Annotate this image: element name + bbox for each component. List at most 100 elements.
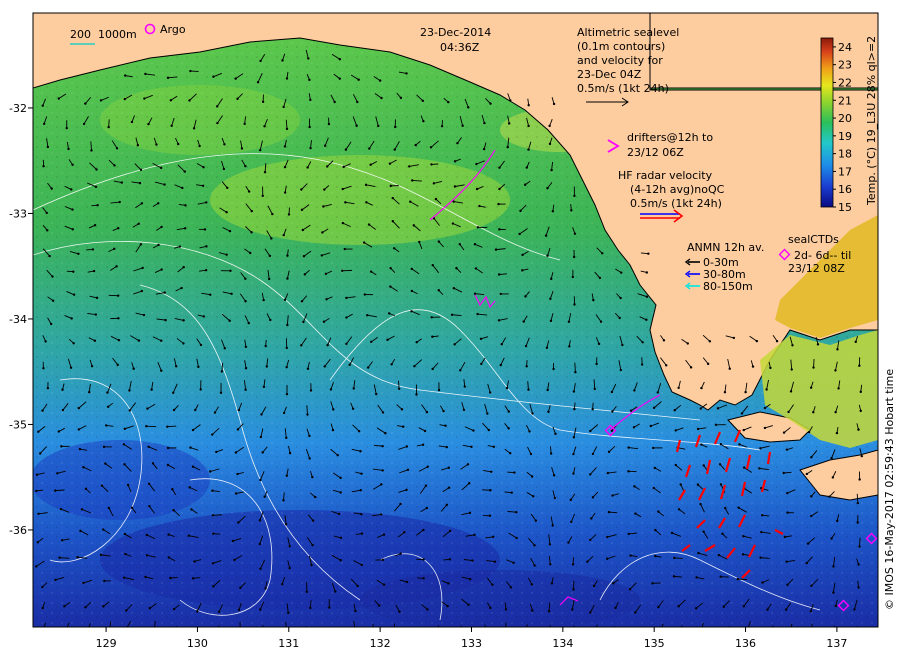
velocity-arrow-head [286,254,289,257]
velocity-arrow-head [426,465,429,468]
velocity-arrow-head [696,427,700,431]
velocity-arrow-head [211,433,214,436]
velocity-arrow-head [288,451,292,455]
velocity-arrow-head [37,512,40,515]
velocity-arrow-head [344,201,347,204]
velocity-arrow [55,489,65,492]
velocity-arrow-head [521,269,524,272]
velocity-arrow-head [760,530,763,534]
velocity-arrow-head [128,389,131,392]
velocity-arrow-head [551,524,554,527]
velocity-arrow-head [572,390,576,393]
velocity-arrow [608,511,618,514]
velocity-arrow-head [220,370,224,373]
velocity-arrow-head [857,563,860,566]
velocity-arrow-head [93,224,97,227]
velocity-arrow-head [355,124,358,127]
velocity-arrow-head [115,147,119,150]
velocity-arrow-head [357,430,361,433]
velocity-arrow-head [308,457,311,460]
x-tick-label: 135 [644,637,665,650]
velocity-arrow-head [738,443,741,446]
velocity-arrow-head [94,185,98,189]
velocity-arrow-head [124,552,127,556]
velocity-arrow-head [572,631,574,633]
seal-title: sealCTDs [788,233,839,246]
velocity-arrow-head [716,407,720,410]
velocity-arrow-head [775,339,779,343]
velocity-arrow-head [544,234,548,237]
velocity-arrow-head [259,435,263,439]
velocity-arrow-head [320,254,323,257]
velocity-arrow-head [288,566,291,570]
velocity-arrow-head [398,610,401,613]
velocity-arrow-head [216,121,219,125]
velocity-arrow-head [314,495,317,499]
velocity-arrow-head [146,407,149,410]
velocity-arrow-head [633,389,636,392]
velocity-arrow-head [172,408,176,412]
velocity-arrow-head [46,229,49,232]
velocity-arrow-head [696,483,700,486]
velocity-arrow-head [447,466,451,469]
velocity-arrow-head [191,465,195,468]
velocity-arrow-head [354,609,357,613]
velocity-arrow-head [521,253,524,257]
velocity-arrow-head [791,344,794,347]
velocity-arrow-head [627,532,630,536]
velocity-arrow-head [619,296,622,300]
velocity-arrow-head [244,300,247,303]
velocity-arrow-head [86,630,88,632]
velocity-arrow-head [489,489,492,492]
velocity-arrow-head [77,428,81,431]
velocity-arrow-head [268,254,272,258]
velocity-arrow-head [858,364,861,367]
velocity-arrow-head [196,610,199,613]
velocity-arrow-head [82,465,85,469]
velocity-arrow-head [548,124,551,128]
velocity-arrow-head [213,411,217,414]
velocity-arrow-head [835,431,839,435]
velocity-arrow-head [228,229,232,233]
velocity-arrow-head [189,446,192,449]
velocity-arrow-head [223,347,226,350]
velocity-arrow-head [309,606,312,610]
velocity-arrow-head [473,292,477,295]
velocity-arrow-head [424,484,428,487]
velocity-arrow-head [448,558,452,561]
velocity-arrow-head [620,271,623,274]
velocity-arrow-head [480,362,483,366]
velocity-arrow-head [708,340,712,343]
velocity-arrow-head [194,408,197,412]
velocity-arrow-head [445,503,449,507]
velocity-arrow-head [390,363,393,366]
velocity-arrow-head [508,122,511,125]
velocity-arrow-head [550,582,554,585]
velocity-arrow-head [284,523,288,526]
velocity-arrow-head [593,632,595,634]
velocity-arrow-head [482,147,486,151]
velocity-arrow-head [140,202,144,205]
velocity-arrow-head [531,609,534,612]
velocity-arrow [639,626,641,627]
velocity-arrow-head [601,252,604,255]
velocity-arrow-head [527,124,530,128]
velocity-arrow-head [718,463,722,466]
velocity-arrow-head [130,120,134,124]
velocity-arrow-head [573,407,576,411]
velocity-arrow-head [647,252,650,255]
velocity-arrow-head [132,367,135,370]
velocity-arrow-head [341,187,344,191]
velocity-arrow-head [387,312,391,315]
velocity-arrow-head [656,391,659,394]
velocity-arrow-head [102,445,106,449]
velocity-arrow-head [322,320,326,323]
velocity-arrow-head [329,388,333,391]
velocity-arrow-head [405,445,409,448]
colorbar-tick-label: 22 [838,76,852,89]
velocity-arrow-head [498,228,501,231]
velocity-arrow-head [785,560,788,563]
velocity-arrow-head [782,431,786,434]
velocity-arrow-head [102,605,105,608]
velocity-arrow-head [549,319,553,323]
